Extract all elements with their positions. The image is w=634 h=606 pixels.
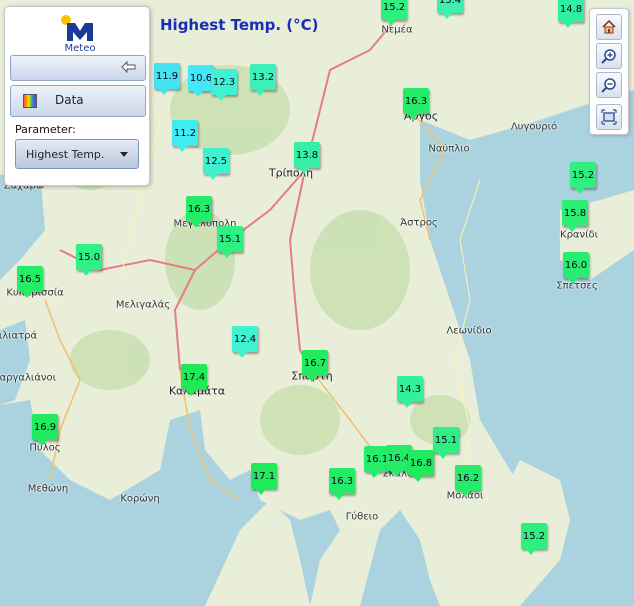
parameter-select-value: Highest Temp.	[26, 148, 105, 161]
zoom-out-button[interactable]	[596, 72, 622, 98]
station-marker[interactable]: 15.2	[570, 162, 596, 194]
chevron-down-icon	[120, 152, 128, 157]
place-label: Γύθειο	[345, 511, 379, 523]
station-marker[interactable]: 11.9	[154, 63, 180, 95]
station-marker[interactable]: 17.4	[181, 364, 207, 396]
logo-mark-icon	[61, 15, 93, 41]
station-marker[interactable]: 11.2	[172, 120, 198, 152]
data-button-label: Data	[55, 93, 84, 107]
parameter-select[interactable]: Highest Temp.	[15, 139, 139, 169]
station-marker[interactable]: 16.3	[329, 468, 355, 500]
zoom-in-button[interactable]	[596, 43, 622, 69]
station-marker[interactable]: 15.2	[521, 523, 547, 555]
map-title: Highest Temp. (°C)	[160, 16, 319, 34]
full-extent-button[interactable]	[596, 104, 622, 130]
place-label: Γαργαλιάνοι	[0, 372, 57, 384]
logo-text: Meteo	[64, 43, 96, 54]
zoom-out-icon	[601, 78, 616, 93]
place-label: Νεμέα	[381, 24, 413, 36]
station-marker[interactable]: 16.0	[563, 252, 589, 284]
station-marker[interactable]: 12.3	[211, 69, 237, 101]
station-marker[interactable]: 13.2	[250, 64, 276, 96]
station-marker[interactable]: 16.9	[32, 414, 58, 446]
hand-pointer-icon	[121, 61, 136, 73]
station-marker[interactable]: 16.3	[186, 196, 212, 228]
meteo-logo: Meteo	[59, 13, 101, 54]
place-label: Κορώνη	[120, 493, 160, 505]
place-label: Ναύπλιο	[428, 143, 470, 155]
station-marker[interactable]: 13.4	[437, 0, 463, 19]
home-icon	[602, 19, 616, 34]
place-label: Φιλιατρά	[0, 330, 38, 342]
home-button[interactable]	[596, 14, 622, 40]
station-marker[interactable]: 15.0	[76, 244, 102, 276]
place-label: Λεωνίδιο	[446, 325, 492, 337]
place-label: Κρανίδι	[560, 229, 598, 241]
station-marker[interactable]: 16.8	[408, 450, 434, 482]
station-marker[interactable]: 16.2	[455, 465, 481, 497]
station-marker[interactable]: 14.3	[397, 376, 423, 408]
place-label: Άστρος	[400, 217, 438, 229]
map-toolbar	[589, 8, 629, 135]
station-marker[interactable]: 15.1	[217, 226, 243, 258]
station-marker[interactable]: 15.1	[433, 427, 459, 459]
place-label: Μεθώνη	[27, 483, 69, 495]
control-panel: Meteo Data Parameter: Highest Temp.	[4, 6, 150, 186]
station-marker[interactable]: 16.5	[17, 266, 43, 298]
station-marker[interactable]: 16.3	[403, 88, 429, 120]
station-marker[interactable]: 15.2	[381, 0, 407, 26]
full-extent-icon	[601, 109, 617, 125]
zoom-in-icon	[601, 49, 616, 64]
palette-icon	[23, 94, 37, 108]
station-marker[interactable]: 17.1	[251, 463, 277, 495]
collapse-panel-button[interactable]	[10, 55, 146, 81]
data-button[interactable]: Data	[10, 85, 146, 117]
station-marker[interactable]: 13.8	[294, 142, 320, 174]
station-marker[interactable]: 12.5	[203, 148, 229, 180]
station-marker[interactable]: 12.4	[232, 326, 258, 358]
parameter-label: Parameter:	[15, 123, 76, 136]
station-marker[interactable]: 14.8	[558, 0, 584, 28]
place-label: Μελιγαλάς	[115, 299, 171, 311]
station-marker[interactable]: 16.7	[302, 350, 328, 382]
place-label: Λυγουριό	[510, 121, 558, 133]
station-marker[interactable]: 15.8	[562, 200, 588, 232]
